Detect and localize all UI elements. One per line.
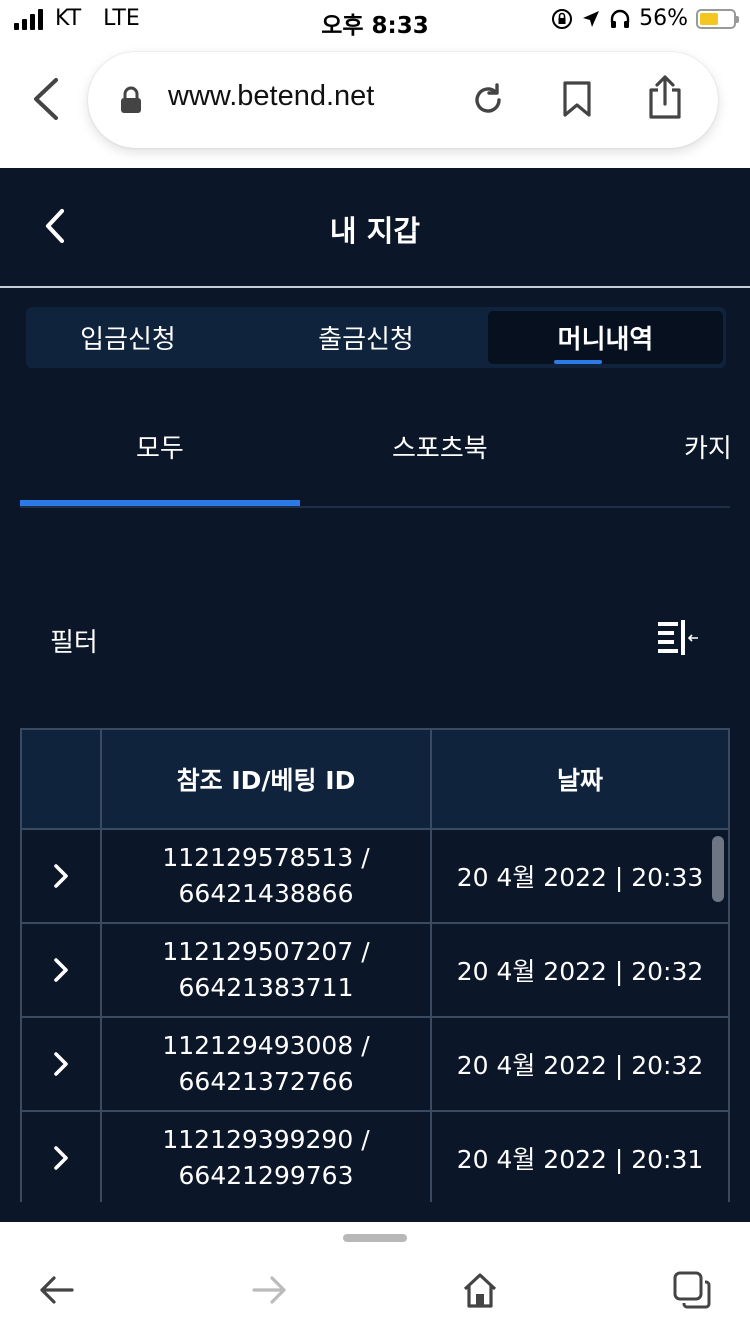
ref-id: 112129399290 / [162,1125,370,1154]
ref-id: 112129507207 / [162,937,370,966]
tabs-icon[interactable] [672,1270,712,1310]
ref-id: 112129578513 / [162,843,370,872]
chevron-right-icon[interactable] [52,956,70,984]
lock-icon [121,86,141,113]
battery-percent: 56% [639,6,688,31]
bet-id: 66421383711 [178,973,354,1002]
table-row[interactable]: 112129578513 / 66421438866 20 4월 2022 | … [22,830,728,924]
expand-cell[interactable] [22,830,102,922]
category-tab-all[interactable]: 모두 [136,428,184,465]
url-text: www.betend.net [168,80,375,112]
table-scrollbar[interactable] [712,836,724,902]
expand-cell[interactable] [22,1112,102,1202]
expand-cell[interactable] [22,924,102,1016]
date-cell: 20 4월 2022 | 20:33 [456,863,704,892]
header-ref-id: 참조 ID/베팅 ID [102,730,432,828]
status-right: 56% [551,6,739,31]
header-expand-column [22,730,102,828]
sheet-handle[interactable] [343,1234,407,1242]
orientation-lock-icon [552,8,573,29]
page-title: 내 지갑 [329,214,421,248]
date-cell: 20 4월 2022 | 20:31 [456,1145,704,1174]
browser-toolbar [0,1222,750,1334]
forward-arrow-icon[interactable] [250,1270,290,1310]
tab-deposit-request[interactable]: 입금신청 [26,307,230,368]
wallet-tabs: 입금신청 출금신청 머니내역 [26,307,726,368]
header-date: 날짜 [556,766,603,795]
ref-id-cell: 112129493008 / 66421372766 [102,1018,432,1110]
header-divider [0,286,750,288]
url-field[interactable]: www.betend.net [88,52,718,148]
battery-icon [696,8,739,29]
active-tab-indicator [554,360,602,364]
chevron-right-icon[interactable] [52,862,70,890]
table-header: 참조 ID/베팅 ID 날짜 [22,730,728,830]
category-tab-casino[interactable]: 카지 [684,428,750,465]
date-cell: 20 4월 2022 | 20:32 [456,1051,704,1080]
bet-id: 66421299763 [178,1161,354,1190]
battery-fill [700,12,718,25]
bet-id: 66421372766 [178,1067,354,1096]
expand-cell[interactable] [22,1018,102,1110]
table-row[interactable]: 112129399290 / 66421299763 20 4월 2022 | … [22,1112,728,1202]
category-tab-sportsbook[interactable]: 스포츠북 [392,428,488,465]
bet-id: 66421438866 [178,879,354,908]
date-cell: 20 4월 2022 | 20:32 [456,957,704,986]
home-icon[interactable] [460,1270,500,1310]
app-header: 내 지갑 [0,168,750,286]
browser-address-bar: www.betend.net [0,42,750,168]
ref-id-cell: 112129507207 / 66421383711 [102,924,432,1016]
reload-icon[interactable] [470,82,506,118]
chevron-right-icon[interactable] [52,1144,70,1172]
status-bar: KT LTE 오후 8:33 56% [0,0,750,42]
chevron-right-icon[interactable] [52,1050,70,1078]
ref-id-cell: 112129578513 / 66421438866 [102,830,432,922]
tab-withdraw-request[interactable]: 출금신청 [248,307,484,368]
category-divider [20,506,730,508]
money-history-table: 참조 ID/베팅 ID 날짜 112129578513 / 6642143886… [20,728,730,1202]
active-category-indicator [20,500,300,506]
table-row[interactable]: 112129493008 / 66421372766 20 4월 2022 | … [22,1018,728,1112]
bookmark-icon[interactable] [560,80,594,118]
tab-money-history[interactable]: 머니내역 [488,311,723,364]
ref-id: 112129493008 / [162,1031,370,1060]
filter-toggle-icon[interactable] [656,618,700,658]
back-arrow-icon[interactable] [36,1270,76,1310]
ref-id-cell: 112129399290 / 66421299763 [102,1112,432,1202]
headphones-icon [610,9,630,28]
share-icon[interactable] [646,74,684,120]
browser-back-icon[interactable] [26,74,66,124]
filter-label: 필터 [50,628,98,658]
location-icon [583,10,600,27]
table-row[interactable]: 112129507207 / 66421383711 20 4월 2022 | … [22,924,728,1018]
